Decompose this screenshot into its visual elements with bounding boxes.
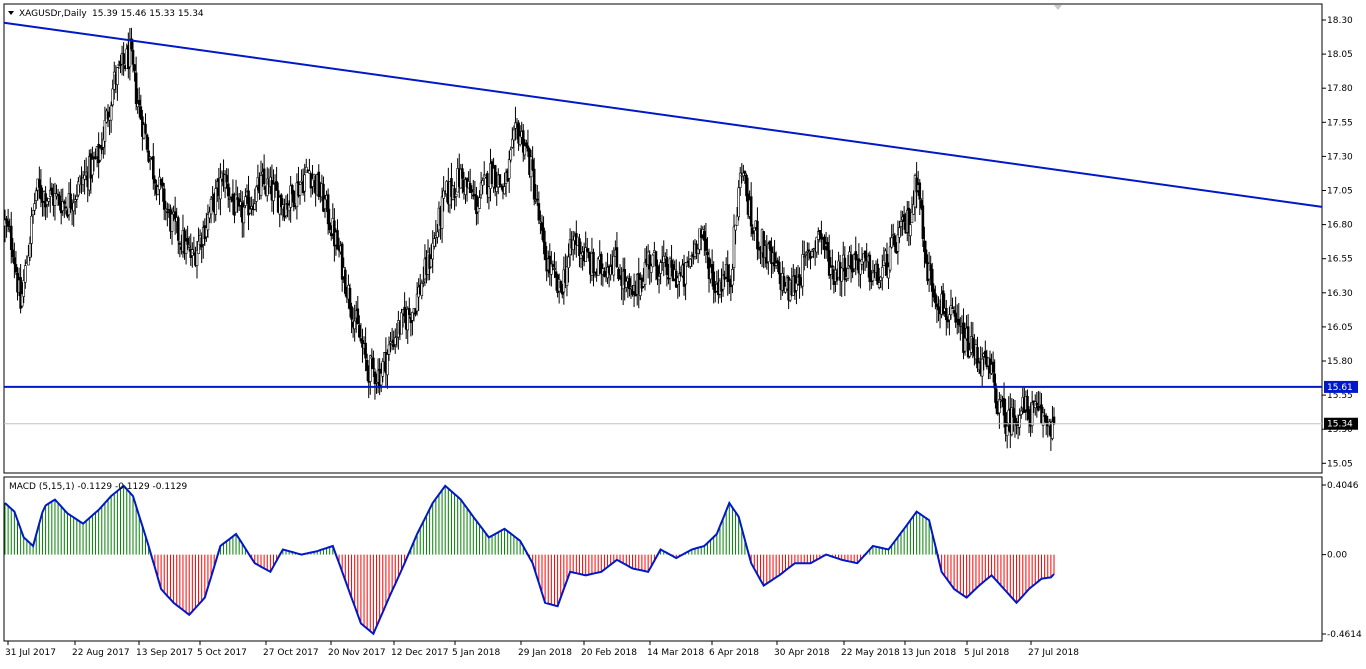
time-tick-label: 5 Oct 2017 [197,648,247,658]
macd-tick-label: 0.4046 [1327,481,1359,491]
symbol-label: XAGUSDr,Daily [19,9,87,19]
time-tick-label: 22 May 2018 [841,648,900,658]
price-tick-label: 17.55 [1327,118,1353,128]
price-axis: 18.30 18.05 17.80 17.55 17.30 17.05 16.80 16.55… [1322,16,1358,469]
time-tick-label: 27 Jul 2018 [1028,648,1079,658]
price-tick-label: 16.05 [1327,323,1353,333]
time-tick-label: 14 Mar 2018 [647,648,704,658]
price-tick-label: 15.80 [1327,357,1353,367]
price-tick-label: 17.05 [1327,187,1353,197]
time-tick-label: 31 Jul 2017 [5,648,56,658]
macd-axis: 0.4046 0.00 -0.4614 [1322,481,1362,640]
time-tick-label: 5 Jan 2018 [452,648,500,658]
price-tick-label: 17.30 [1327,152,1353,162]
price-tick-label: 18.05 [1327,50,1353,60]
candle [651,253,655,268]
price-tick-label: 15.05 [1327,459,1353,469]
price-tick-label: 16.80 [1327,221,1353,231]
ohlc-label: 15.39 15.46 15.33 15.34 [92,9,204,19]
time-tick-label: 20 Feb 2018 [581,648,637,658]
time-axis: 31 Jul 2017 22 Aug 2017 13 Sep 2017 5 Oct 2… [5,641,1079,658]
current-price-label: 15.34 [1327,420,1353,430]
time-tick-label: 6 Apr 2018 [709,648,759,658]
price-tick-label: 17.80 [1327,84,1353,94]
chart-svg[interactable]: 18.30 18.05 17.80 17.55 17.30 17.05 16.80 16.55… [0,0,1366,665]
time-tick-label: 20 Nov 2017 [328,648,386,658]
price-tick-label: 18.30 [1327,16,1353,26]
macd-label: MACD (5,15,1) -0.1129 -0.1129 -0.1129 [9,482,188,492]
time-tick-label: 30 Apr 2018 [774,648,830,658]
time-tick-label: 12 Dec 2017 [391,648,449,658]
time-tick-label: 13 Jun 2018 [902,648,956,658]
candle [145,133,149,153]
time-tick-label: 29 Jan 2018 [518,648,572,658]
macd-tick-label: -0.4614 [1327,630,1362,640]
macd-tick-label: 0.00 [1327,551,1347,561]
time-tick-label: 5 Jul 2018 [964,648,1009,658]
chart-window[interactable]: 18.30 18.05 17.80 17.55 17.30 17.05 16.80 16.55… [0,0,1366,665]
support-price-label: 15.61 [1327,383,1353,393]
symbol-header: XAGUSDr,Daily 15.39 15.46 15.33 15.34 [8,9,204,19]
candle [344,267,347,297]
price-tick-label: 16.55 [1327,255,1353,265]
time-tick-label: 13 Sep 2017 [136,648,193,658]
price-tick-label: 16.30 [1327,289,1353,299]
time-tick-label: 22 Aug 2017 [72,648,130,658]
time-tick-label: 27 Oct 2017 [263,648,319,658]
